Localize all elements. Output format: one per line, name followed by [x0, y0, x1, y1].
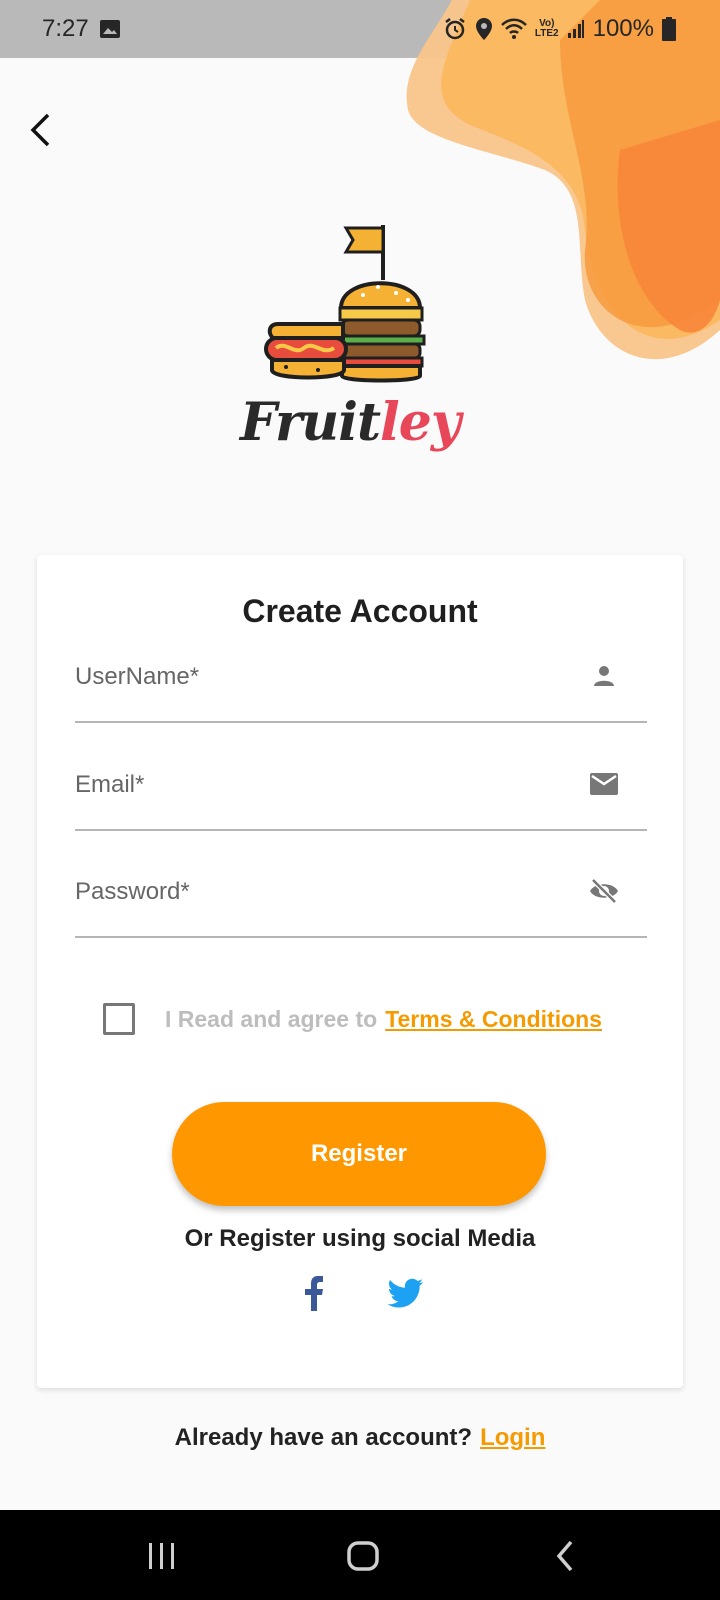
location-icon — [475, 17, 493, 41]
back-button[interactable] — [18, 108, 62, 152]
visibility-off-icon[interactable] — [589, 876, 619, 906]
email-input[interactable] — [75, 755, 575, 815]
home-button[interactable] — [323, 1528, 403, 1584]
password-field — [75, 862, 647, 938]
password-input[interactable] — [75, 862, 575, 922]
brand-name: Fruitley — [240, 392, 470, 472]
twitter-icon — [388, 1278, 423, 1308]
facebook-button[interactable] — [296, 1270, 332, 1316]
image-icon — [99, 19, 121, 39]
email-field — [75, 755, 647, 831]
terms-row: I Read and agree to Terms & Conditions — [103, 999, 663, 1039]
signal-icon — [567, 19, 585, 39]
terms-link[interactable]: Terms & Conditions — [385, 1006, 602, 1033]
login-row: Already have an account? Login — [0, 1424, 720, 1452]
facebook-icon — [305, 1276, 323, 1311]
navigation-bar — [0, 1510, 720, 1600]
card-title: Create Account — [242, 593, 478, 629]
recent-apps-button[interactable] — [122, 1528, 202, 1584]
wifi-icon — [501, 18, 527, 40]
back-icon — [556, 1540, 573, 1572]
username-input[interactable] — [75, 647, 575, 707]
social-row — [37, 1270, 683, 1320]
battery-icon — [662, 17, 676, 41]
chevron-left-icon — [30, 113, 50, 147]
login-prompt: Already have an account? — [174, 1424, 473, 1451]
alarm-icon — [443, 17, 467, 41]
person-icon — [589, 661, 619, 691]
lte-label: LTE2 — [534, 28, 559, 39]
register-button[interactable]: Register — [172, 1102, 546, 1206]
battery-percent: 100% — [592, 15, 654, 42]
login-link[interactable]: Login — [480, 1424, 545, 1451]
back-nav-button[interactable] — [525, 1528, 605, 1584]
twitter-button[interactable] — [388, 1270, 424, 1316]
recents-icon — [149, 1543, 174, 1569]
status-time: 7:27 — [42, 15, 89, 42]
home-icon — [347, 1541, 379, 1571]
network-label: Vo) LTE2 — [535, 19, 559, 39]
terms-checkbox[interactable] — [103, 1003, 135, 1035]
brand-name-part2: ley — [379, 392, 461, 453]
brand-name-part1: Fruit — [240, 392, 381, 453]
social-text: Or Register using social Media — [184, 1225, 536, 1252]
status-content: 7:27 Vo) LTE2 100% — [0, 0, 720, 58]
mail-icon — [589, 769, 619, 799]
terms-text: I Read and agree to — [165, 1005, 378, 1032]
register-card: Create Account I Read and agree to Terms… — [37, 555, 683, 1388]
username-field — [75, 647, 647, 723]
